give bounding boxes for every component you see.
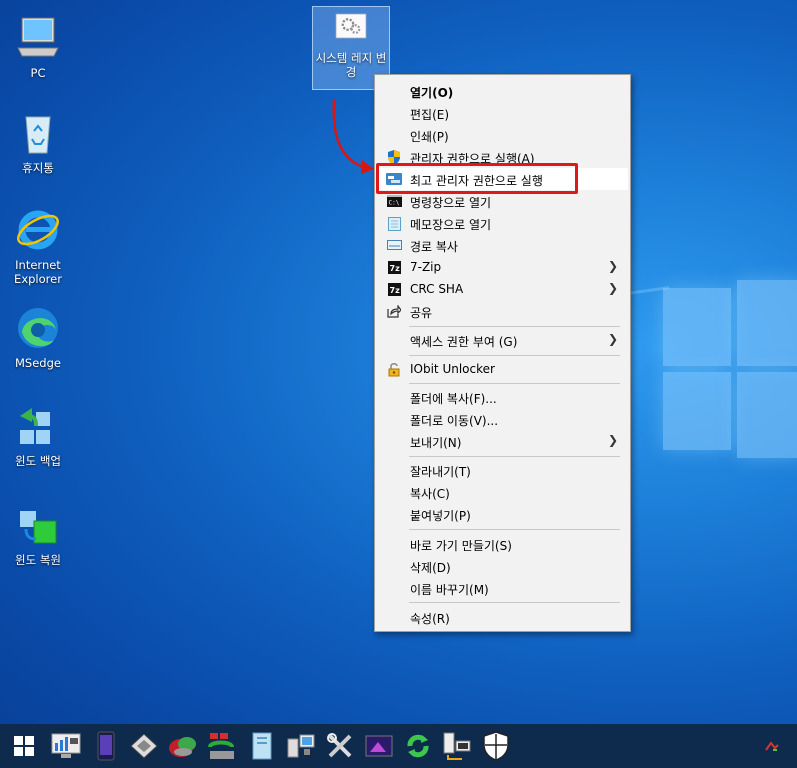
menu-item-open-notepad[interactable]: 메모장으로 열기 bbox=[377, 212, 628, 234]
menu-separator bbox=[409, 602, 620, 603]
highlight-box-annotation bbox=[376, 163, 578, 194]
chevron-right-icon: ❯ bbox=[607, 332, 618, 346]
menu-item-label: 바로 가기 만들기(S) bbox=[410, 539, 512, 553]
padlock-icon bbox=[386, 361, 402, 377]
menu-item-label: 보내기(N) bbox=[410, 436, 462, 450]
menu-item-label: CRC SHA bbox=[410, 282, 464, 296]
windows-logo-wallpaper bbox=[655, 280, 797, 458]
menu-item-label: 잘라내기(T) bbox=[410, 465, 471, 479]
menu-item-open[interactable]: 열기(O) bbox=[377, 80, 628, 102]
menu-item-label: 인쇄(P) bbox=[410, 130, 449, 144]
share-icon bbox=[386, 303, 402, 319]
menu-item-label: 열기(O) bbox=[410, 86, 454, 100]
desktop-icon-label: 윈도 백업 bbox=[15, 454, 61, 468]
start-icon[interactable] bbox=[7, 729, 41, 763]
path-copy-icon bbox=[386, 237, 402, 253]
transfer-icon[interactable] bbox=[205, 729, 239, 763]
menu-item-label: IObit Unlocker bbox=[410, 362, 495, 376]
svg-text:7z: 7z bbox=[389, 264, 400, 273]
media-icon[interactable] bbox=[362, 729, 396, 763]
svg-text:C:\: C:\ bbox=[388, 200, 399, 207]
desktop-icon-msedge[interactable]: MSedge bbox=[0, 300, 76, 373]
desktop-icon-label: 윈도 복원 bbox=[15, 553, 61, 567]
menu-item-edit[interactable]: 편집(E) bbox=[377, 102, 628, 124]
menu-item-grant-access[interactable]: 액세스 권한 부여 (G) ❯ bbox=[377, 329, 628, 351]
chevron-right-icon: ❯ bbox=[607, 433, 618, 447]
menu-item-copy[interactable]: 복사(C) bbox=[377, 481, 628, 503]
desktop-icon-pc[interactable]: PC bbox=[0, 10, 76, 83]
menu-item-label: 이름 바꾸기(M) bbox=[410, 583, 489, 597]
desktop-icon-backup[interactable]: 윈도 백업 bbox=[0, 398, 76, 471]
restore-icon bbox=[20, 511, 57, 544]
menu-item-label: 삭제(D) bbox=[410, 561, 451, 575]
menu-item-label: 복사(C) bbox=[410, 487, 450, 501]
desktop-icon-internet-explorer[interactable]: Internet Explorer bbox=[0, 202, 76, 289]
disk-tool-icon[interactable] bbox=[127, 729, 161, 763]
menu-item-create-shortcut[interactable]: 바로 가기 만들기(S) bbox=[377, 533, 628, 555]
desktop-icon-label: 휴지통 bbox=[22, 161, 54, 175]
menu-item-label: 명령창으로 열기 bbox=[410, 196, 492, 210]
menu-item-label: 메모장으로 열기 bbox=[410, 218, 492, 232]
menu-item-rename[interactable]: 이름 바꾸기(M) bbox=[377, 577, 628, 599]
shield-icon[interactable] bbox=[479, 729, 513, 763]
menu-item-label: 경로 복사 bbox=[410, 240, 458, 254]
desktop-icon-label: PC bbox=[30, 66, 46, 80]
menu-separator bbox=[409, 456, 620, 457]
menu-item-copy-to-folder[interactable]: 폴더에 복사(F)... bbox=[377, 386, 628, 408]
menu-item-label: 7-Zip bbox=[410, 260, 442, 274]
tools-icon[interactable] bbox=[323, 729, 357, 763]
menu-item-label: 폴더에 복사(F)... bbox=[410, 392, 497, 406]
menu-item-label: 붙여넣기(P) bbox=[410, 509, 471, 523]
phone-icon[interactable] bbox=[89, 729, 123, 763]
recycle-bin-icon bbox=[25, 116, 51, 154]
backup-icon bbox=[20, 408, 50, 444]
menu-item-cut[interactable]: 잘라내기(T) bbox=[377, 459, 628, 481]
menu-item-7zip[interactable]: 7z 7-Zip ❯ bbox=[377, 256, 628, 278]
menu-item-iobit-unlocker[interactable]: IObit Unlocker bbox=[377, 358, 628, 380]
menu-item-label: 폴더로 이동(V)... bbox=[410, 414, 499, 428]
7zip-icon: 7z bbox=[386, 281, 402, 297]
network-icon[interactable] bbox=[284, 729, 318, 763]
menu-item-move-to-folder[interactable]: 폴더로 이동(V)... bbox=[377, 408, 628, 430]
taskbar bbox=[0, 724, 797, 768]
chevron-right-icon: ❯ bbox=[607, 259, 618, 273]
menu-separator bbox=[409, 355, 620, 356]
recovery-icon[interactable] bbox=[166, 729, 200, 763]
menu-item-label: 액세스 권한 부여 (G) bbox=[410, 335, 518, 349]
menu-item-crc-sha[interactable]: 7z CRC SHA ❯ bbox=[377, 278, 628, 300]
internet-explorer-icon bbox=[17, 210, 59, 250]
system-monitor-icon[interactable] bbox=[49, 729, 83, 763]
desktop-icon-recycle-bin[interactable]: 휴지통 bbox=[0, 105, 76, 178]
desktop-icon-label: MSedge bbox=[15, 356, 61, 370]
menu-item-send-to[interactable]: 보내기(N) ❯ bbox=[377, 430, 628, 452]
cmd-icon: C:\ bbox=[386, 193, 402, 209]
document-icon[interactable] bbox=[245, 729, 279, 763]
menu-separator bbox=[409, 383, 620, 384]
edge-icon bbox=[18, 308, 58, 348]
svg-text:7z: 7z bbox=[389, 286, 400, 295]
7zip-icon: 7z bbox=[386, 259, 402, 275]
menu-separator bbox=[409, 326, 620, 327]
menu-separator bbox=[409, 529, 620, 530]
menu-item-label: 속성(R) bbox=[410, 612, 450, 626]
menu-item-properties[interactable]: 속성(R) bbox=[377, 606, 628, 628]
menu-item-delete[interactable]: 삭제(D) bbox=[377, 555, 628, 577]
menu-item-copy-path[interactable]: 경로 복사 bbox=[377, 234, 628, 256]
menu-item-paste[interactable]: 붙여넣기(P) bbox=[377, 503, 628, 525]
tray-flag-icon[interactable] bbox=[762, 729, 782, 763]
settings-file-icon bbox=[335, 13, 367, 39]
desktop-icon-restore[interactable]: 윈도 복원 bbox=[0, 497, 76, 570]
monitor-icon bbox=[17, 17, 59, 57]
menu-item-label: 편집(E) bbox=[410, 108, 450, 122]
menu-item-share[interactable]: 공유 bbox=[377, 300, 628, 322]
notepad-icon bbox=[386, 215, 402, 231]
menu-item-print[interactable]: 인쇄(P) bbox=[377, 124, 628, 146]
device-icon[interactable] bbox=[440, 729, 474, 763]
chevron-right-icon: ❯ bbox=[607, 281, 618, 295]
context-menu: 열기(O) 편집(E) 인쇄(P) 관리자 권한으로 실행(A) 최고 관리자 … bbox=[374, 74, 631, 632]
refresh-icon[interactable] bbox=[401, 729, 435, 763]
menu-item-label: 공유 bbox=[410, 306, 433, 320]
red-arrow-annotation bbox=[332, 99, 374, 174]
desktop-icon-label: Internet Explorer bbox=[14, 258, 62, 286]
